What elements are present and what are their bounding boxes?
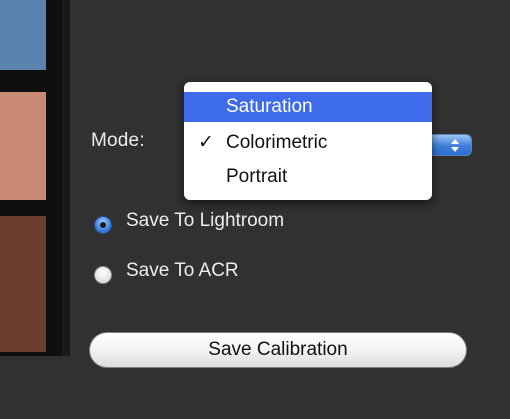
- menu-item-saturation[interactable]: Saturation: [184, 92, 432, 122]
- radio-label: Save To ACR: [126, 260, 239, 281]
- chevron-up-icon: [451, 139, 459, 144]
- save-calibration-button[interactable]: Save Calibration: [89, 332, 467, 368]
- color-swatch-peach: [0, 92, 46, 200]
- menu-item-portrait[interactable]: Portrait: [184, 162, 432, 192]
- radio-label: Save To Lightroom: [126, 210, 285, 231]
- checkmark-icon: ✓: [198, 132, 214, 153]
- swatch-strip-border: [62, 0, 70, 356]
- menu-item-label: Saturation: [226, 96, 313, 117]
- color-swatch-blue: [0, 0, 46, 70]
- mode-dropdown-menu: Saturation ✓ Colorimetric Portrait: [184, 82, 432, 200]
- radio-selected-icon[interactable]: [94, 216, 112, 234]
- menu-item-label: Portrait: [226, 166, 288, 187]
- menu-item-colorimetric[interactable]: ✓ Colorimetric: [184, 128, 432, 158]
- color-swatch-strip: [0, 0, 70, 356]
- mode-popup-button[interactable]: [430, 134, 472, 156]
- mode-label: Mode:: [91, 130, 145, 151]
- radio-unselected-icon[interactable]: [94, 266, 112, 284]
- color-swatch-brown: [0, 216, 46, 352]
- chevron-down-icon: [451, 147, 459, 152]
- menu-item-label: Colorimetric: [226, 132, 328, 153]
- calibration-panel: Mode: Saturation ✓ Colorimetric Portrait…: [0, 0, 510, 419]
